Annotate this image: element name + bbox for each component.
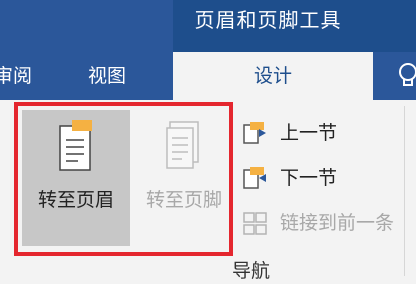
- group-divider: [404, 106, 405, 276]
- next-section-label: 下一节: [280, 167, 338, 189]
- contextual-tab-title: 页眉和页脚工具: [194, 8, 342, 32]
- link-icon: [243, 212, 267, 235]
- link-to-previous-label: 链接到前一条: [280, 212, 395, 234]
- tab-review[interactable]: 审阅: [0, 62, 32, 90]
- lightbulb-icon[interactable]: [394, 62, 416, 90]
- previous-section-icon: [243, 122, 266, 144]
- tab-design[interactable]: 设计: [173, 52, 373, 100]
- tab-view[interactable]: 视图: [88, 62, 126, 90]
- highlight-annotation: [14, 102, 233, 256]
- next-section-icon: [243, 167, 266, 189]
- navigation-group-label: 导航: [232, 260, 271, 282]
- previous-section-label: 上一节: [280, 122, 338, 144]
